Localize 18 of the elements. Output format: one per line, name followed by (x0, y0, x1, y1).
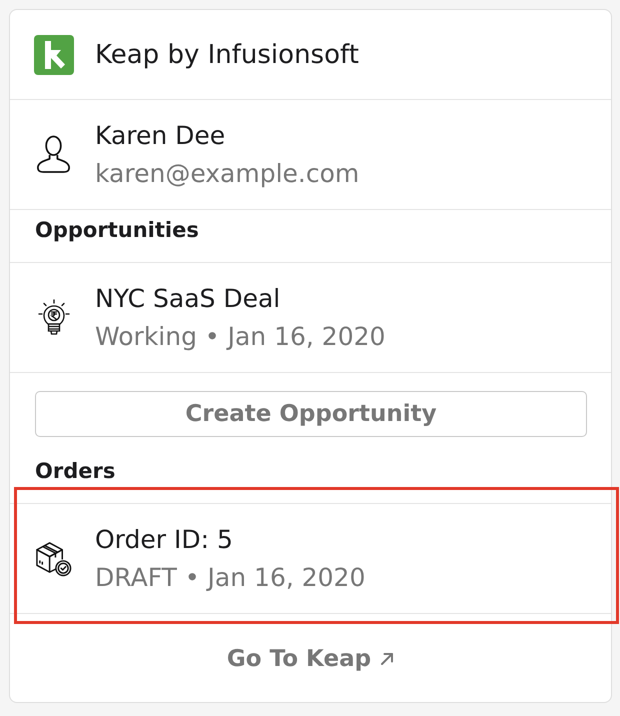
go-to-keap-link[interactable]: Go To Keap (226, 644, 394, 672)
create-opportunity-button[interactable]: Create Opportunity (35, 391, 587, 437)
order-title: Order ID: 5 (95, 524, 233, 556)
opportunity-title: NYC SaaS Deal (95, 282, 280, 314)
app-title: Keap by Infusionsoft (95, 38, 359, 70)
app-logo-icon (34, 34, 74, 74)
person-icon (35, 135, 72, 174)
section-heading: Orders (35, 458, 116, 485)
external-link-icon (380, 652, 394, 666)
opportunity-status: Working • Jan 16, 2020 (95, 320, 386, 352)
opportunity-item[interactable]: NYC SaaS Deal Working • Jan 16, 2020 (10, 262, 611, 373)
box-check-icon (35, 539, 72, 578)
contact-email: karen@example.com (95, 158, 360, 190)
lightbulb-icon (38, 298, 70, 336)
order-status: DRAFT • Jan 16, 2020 (95, 562, 366, 594)
contact-name: Karen Dee (95, 120, 226, 152)
section-heading: Opportunities (35, 217, 199, 244)
order-item[interactable]: Order ID: 5 DRAFT • Jan 16, 2020 (10, 503, 611, 614)
